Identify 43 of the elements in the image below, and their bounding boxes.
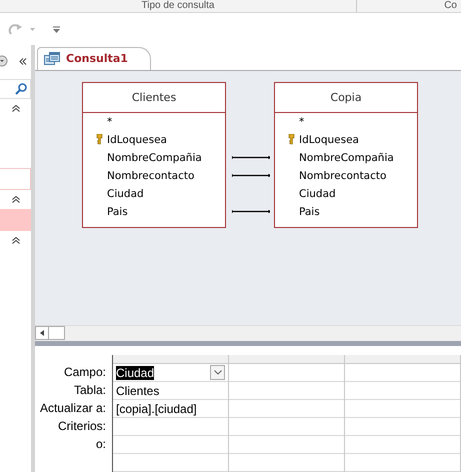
field-name[interactable]: Ciudad [299,188,336,200]
table-title: Clientes [132,90,176,104]
dropdown-icon[interactable] [0,55,8,67]
field-name[interactable]: IdLoquesea [107,134,167,146]
customize-icon[interactable] [53,26,60,32]
field-value[interactable]: Ciudad [116,366,154,380]
scroll-left-button[interactable] [35,326,49,340]
row-label: o: [96,437,106,452]
field-name[interactable]: * [299,116,304,128]
collapse-icon[interactable] [19,58,27,64]
field-name[interactable]: Pais [299,206,320,218]
chevron-up-icon[interactable] [12,237,20,244]
ribbon-group-label: Co [444,0,457,11]
chevron-down-icon [214,370,222,376]
table-window[interactable]: Copia * IdLoquesea NombreCompañia Nombrecontacto Ciudad Pais [274,82,418,228]
field-name[interactable]: NombreCompañia [299,152,394,164]
document-tab[interactable]: Consulta1 [37,46,151,70]
key-icon [96,134,103,146]
search-icon[interactable] [15,83,27,95]
chevron-up-icon[interactable] [12,105,20,112]
field-name[interactable]: IdLoquesea [299,134,359,146]
field-name[interactable]: NombreCompañia [107,152,202,164]
field-name[interactable]: Nombrecontacto [107,170,194,182]
table-window[interactable]: Clientes * IdLoquesea NombreCompañia Nombrecontacto Ciudad Pais [82,82,226,228]
key-icon [288,134,295,146]
row-label: Tabla: [74,383,106,398]
chevron-up-icon[interactable] [12,196,20,203]
field-name[interactable]: Ciudad [107,188,144,200]
table-title: Copia [330,90,362,104]
table-value: Clientes [116,384,160,398]
update-expression: [copia].[ciudad] [116,402,197,416]
row-label: Actualizar a: [40,401,106,416]
query-icon [44,52,60,66]
scroll-thumb[interactable] [49,326,65,340]
left-arrow-icon [40,330,44,336]
field-name[interactable]: Nombrecontacto [299,170,386,182]
ribbon-group-label: Tipo de consulta [141,0,214,11]
field-name[interactable]: Pais [107,206,128,218]
row-label: Criterios: [58,419,106,434]
row-label: Campo: [64,365,106,380]
dropdown-button[interactable] [210,365,225,380]
search-field[interactable] [0,79,31,99]
field-name[interactable]: * [107,116,112,128]
